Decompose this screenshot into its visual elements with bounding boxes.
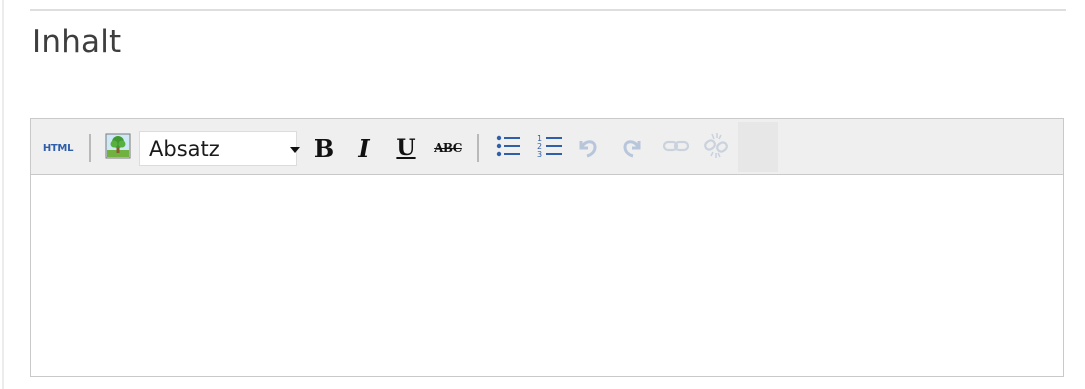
rich-text-editor: HTML Absatz B I U ABC 1 2 3 <box>30 118 1064 377</box>
left-divider <box>2 0 4 389</box>
top-divider <box>30 9 1066 11</box>
remove-link-button[interactable] <box>699 131 733 165</box>
insert-image-button[interactable] <box>101 131 135 165</box>
underline-button[interactable]: U <box>391 131 421 165</box>
page: Inhalt HTML Absatz B I U ABC 1 2 3 <box>0 0 1085 389</box>
format-select-value: Absatz <box>149 136 220 161</box>
unlink-icon <box>702 131 730 165</box>
editor-content-area[interactable] <box>31 175 1063 376</box>
numbered-list-button[interactable]: 1 2 3 <box>533 131 567 165</box>
undo-button[interactable] <box>571 131 605 165</box>
bullet-list-icon <box>494 132 522 164</box>
image-icon <box>105 133 131 163</box>
redo-button[interactable] <box>615 131 649 165</box>
bold-button[interactable]: B <box>309 131 339 165</box>
redo-icon <box>619 133 645 163</box>
italic-button[interactable]: I <box>349 131 379 165</box>
undo-icon <box>575 133 601 163</box>
format-dropdown-button[interactable] <box>281 131 309 166</box>
numbered-list-icon: 1 2 3 <box>536 132 564 164</box>
paragraph-format-select[interactable]: Absatz <box>139 131 297 166</box>
bullet-list-button[interactable] <box>491 131 525 165</box>
editor-toolbar: HTML Absatz B I U ABC 1 2 3 <box>31 119 1063 175</box>
chevron-down-icon <box>290 142 300 156</box>
toolbar-separator <box>477 134 479 162</box>
toolbar-empty-slot <box>738 122 778 172</box>
section-title: Inhalt <box>32 24 122 60</box>
link-icon <box>662 133 690 163</box>
svg-text:3: 3 <box>537 150 542 159</box>
strikethrough-button[interactable]: ABC <box>429 131 467 165</box>
toolbar-separator <box>89 134 91 162</box>
insert-link-button[interactable] <box>659 131 693 165</box>
html-source-button[interactable]: HTML <box>37 131 79 165</box>
